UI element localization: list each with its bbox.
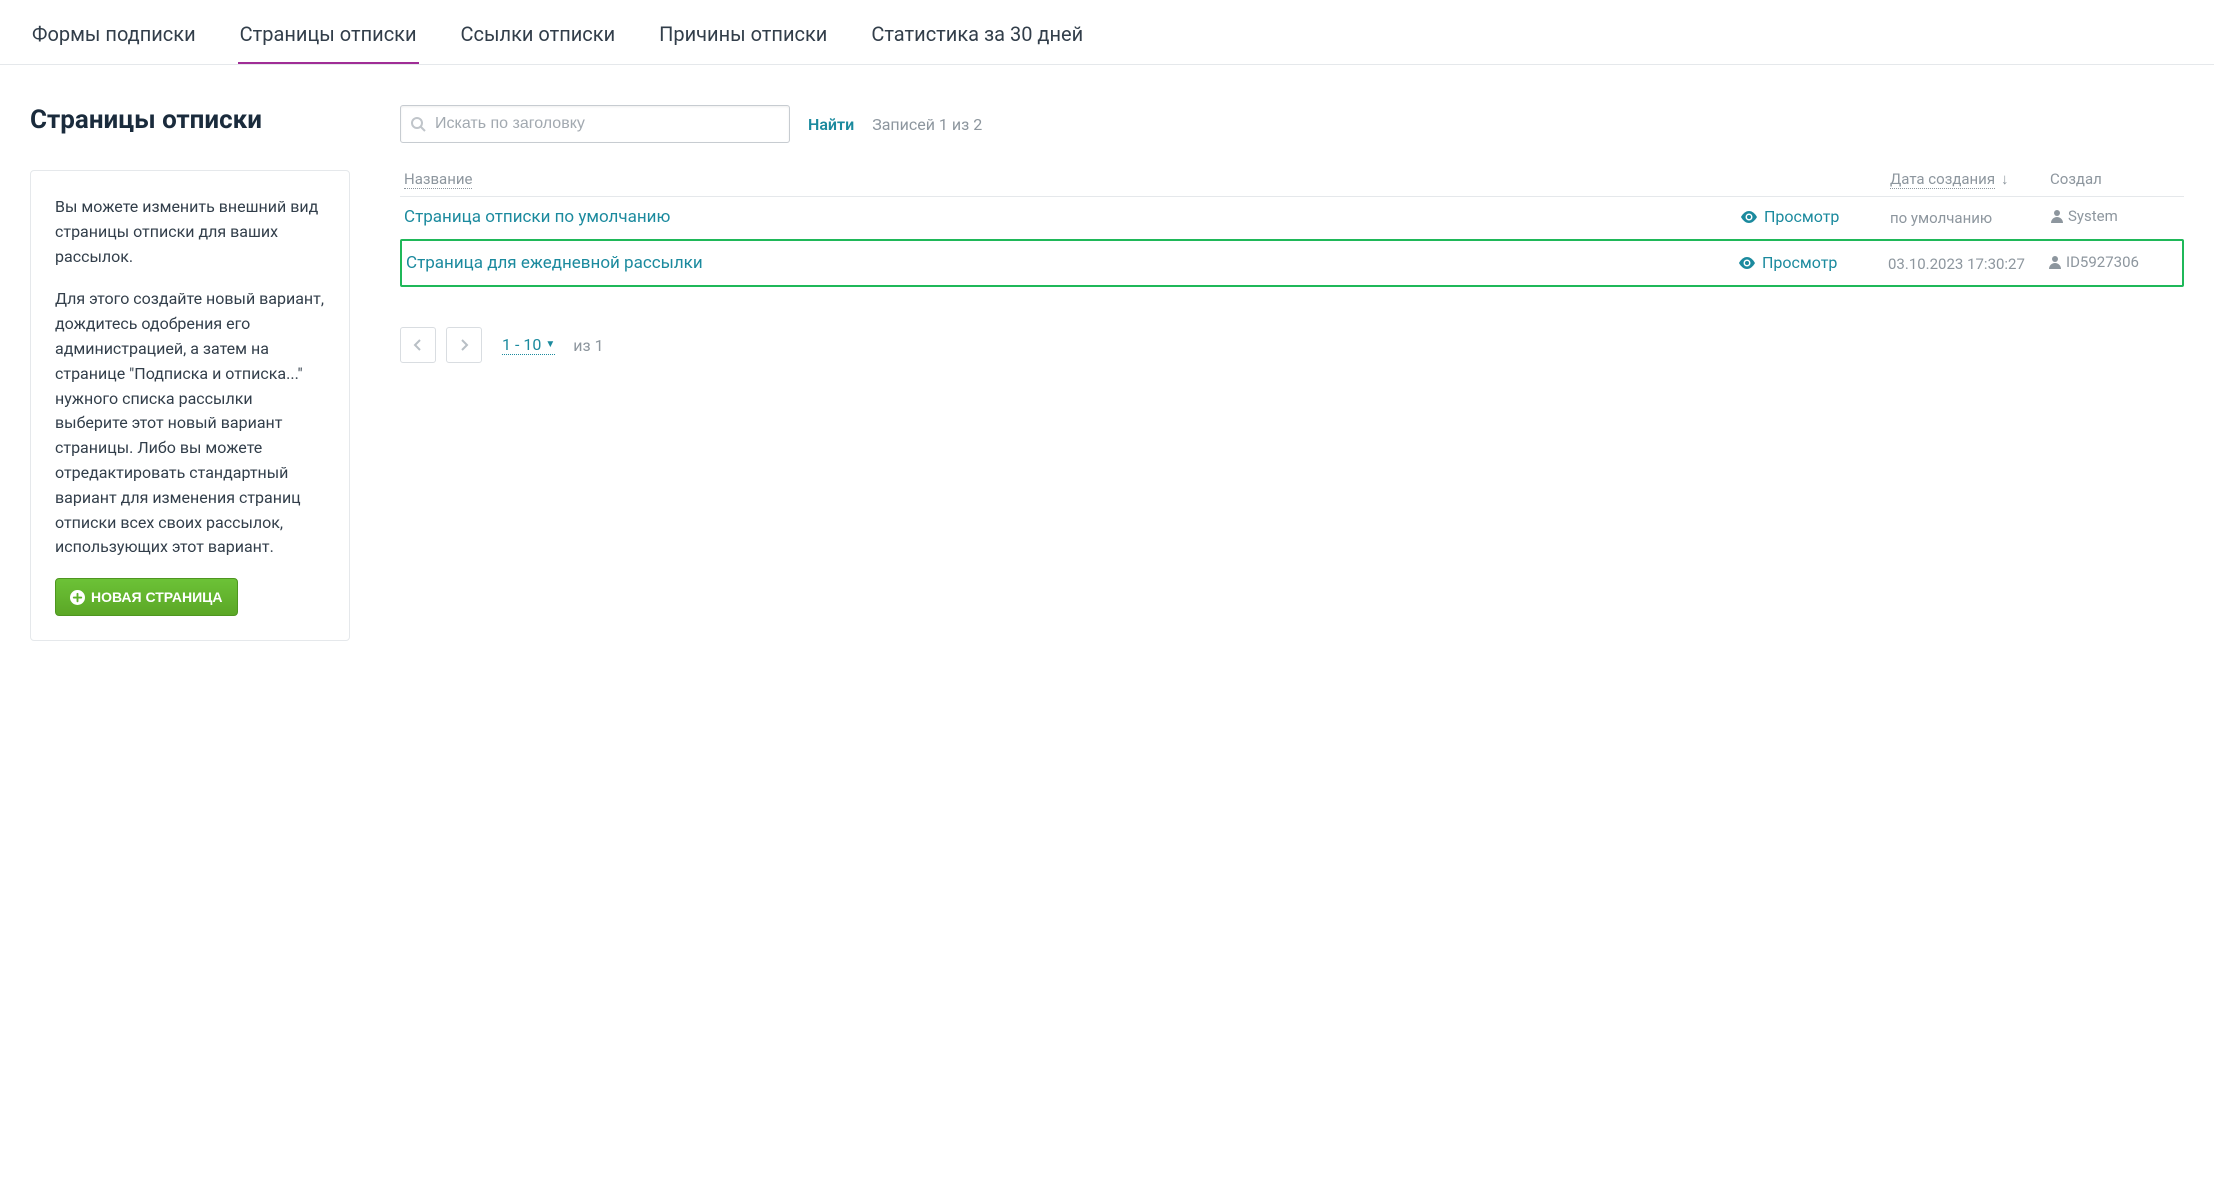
new-page-button[interactable]: НОВАЯ СТРАНИЦА	[55, 578, 238, 616]
pagination-of-label: из 1	[573, 336, 603, 355]
search-box	[400, 105, 790, 143]
creator-name: System	[2068, 207, 2118, 225]
records-count: Записей 1 из 2	[872, 115, 982, 134]
eye-icon	[1740, 211, 1758, 223]
table-row: Страница отписки по умолчанию Просмотр	[400, 197, 2184, 237]
tab-unsubscribe-pages[interactable]: Страницы отписки	[238, 10, 419, 64]
search-input[interactable]	[400, 105, 790, 143]
content-area: Страницы отписки Вы можете изменить внеш…	[0, 65, 2214, 671]
column-header-name[interactable]: Название	[404, 170, 472, 189]
sidebar: Страницы отписки Вы можете изменить внеш…	[30, 105, 350, 641]
tab-unsubscribe-reasons[interactable]: Причины отписки	[657, 10, 829, 64]
pagination-next-button[interactable]	[446, 327, 482, 363]
search-row: Найти Записей 1 из 2	[400, 105, 2184, 143]
table: Название Дата создания ↓ Создал Страница…	[400, 161, 2184, 287]
tab-subscribe-forms[interactable]: Формы подписки	[30, 10, 198, 64]
tab-unsubscribe-links[interactable]: Ссылки отписки	[459, 10, 618, 64]
pagination-range-label: 1 - 10	[502, 335, 541, 354]
tab-statistics-30-days[interactable]: Статистика за 30 дней	[869, 10, 1085, 64]
column-header-creator: Создал	[2050, 170, 2102, 188]
row-creator: ID5927306	[2048, 253, 2139, 271]
user-icon	[2050, 209, 2064, 223]
search-icon	[410, 116, 426, 132]
preview-link[interactable]: Просмотр	[1738, 253, 1837, 272]
row-name-link[interactable]: Страница для ежедневной рассылки	[406, 253, 703, 273]
pagination: 1 - 10 ▼ из 1	[400, 327, 2184, 363]
arrow-right-icon	[457, 338, 471, 352]
new-page-button-label: НОВАЯ СТРАНИЦА	[91, 589, 223, 605]
preview-label: Просмотр	[1762, 253, 1837, 272]
pagination-range-selector[interactable]: 1 - 10 ▼	[502, 335, 555, 355]
row-date: по умолчанию	[1890, 209, 1992, 227]
info-box: Вы можете изменить внешний вид страницы …	[30, 170, 350, 641]
preview-label: Просмотр	[1764, 207, 1839, 226]
plus-circle-icon	[70, 590, 85, 605]
table-header: Название Дата создания ↓ Создал	[400, 161, 2184, 197]
info-paragraph: Вы можете изменить внешний вид страницы …	[55, 195, 325, 269]
find-button[interactable]: Найти	[808, 115, 854, 134]
eye-icon	[1738, 257, 1756, 269]
info-paragraph: Для этого создайте новый вариант, дождит…	[55, 287, 325, 560]
arrow-left-icon	[411, 338, 425, 352]
user-icon	[2048, 255, 2062, 269]
main-area: Найти Записей 1 из 2 Название Дата созда…	[400, 105, 2184, 641]
row-creator: System	[2050, 207, 2118, 225]
caret-down-icon: ▼	[545, 339, 555, 350]
page-title: Страницы отписки	[30, 105, 350, 135]
pagination-prev-button[interactable]	[400, 327, 436, 363]
creator-name: ID5927306	[2066, 253, 2139, 271]
row-date: 03.10.2023 17:30:27	[1888, 255, 2025, 273]
column-header-date[interactable]: Дата создания	[1890, 170, 1995, 189]
tabs-container: Формы подписки Страницы отписки Ссылки о…	[0, 0, 2214, 65]
sort-arrow-down-icon: ↓	[2001, 170, 2009, 188]
table-row: Страница для ежедневной рассылки Просмот…	[400, 239, 2184, 287]
row-name-link[interactable]: Страница отписки по умолчанию	[404, 207, 670, 227]
preview-link[interactable]: Просмотр	[1740, 207, 1839, 226]
